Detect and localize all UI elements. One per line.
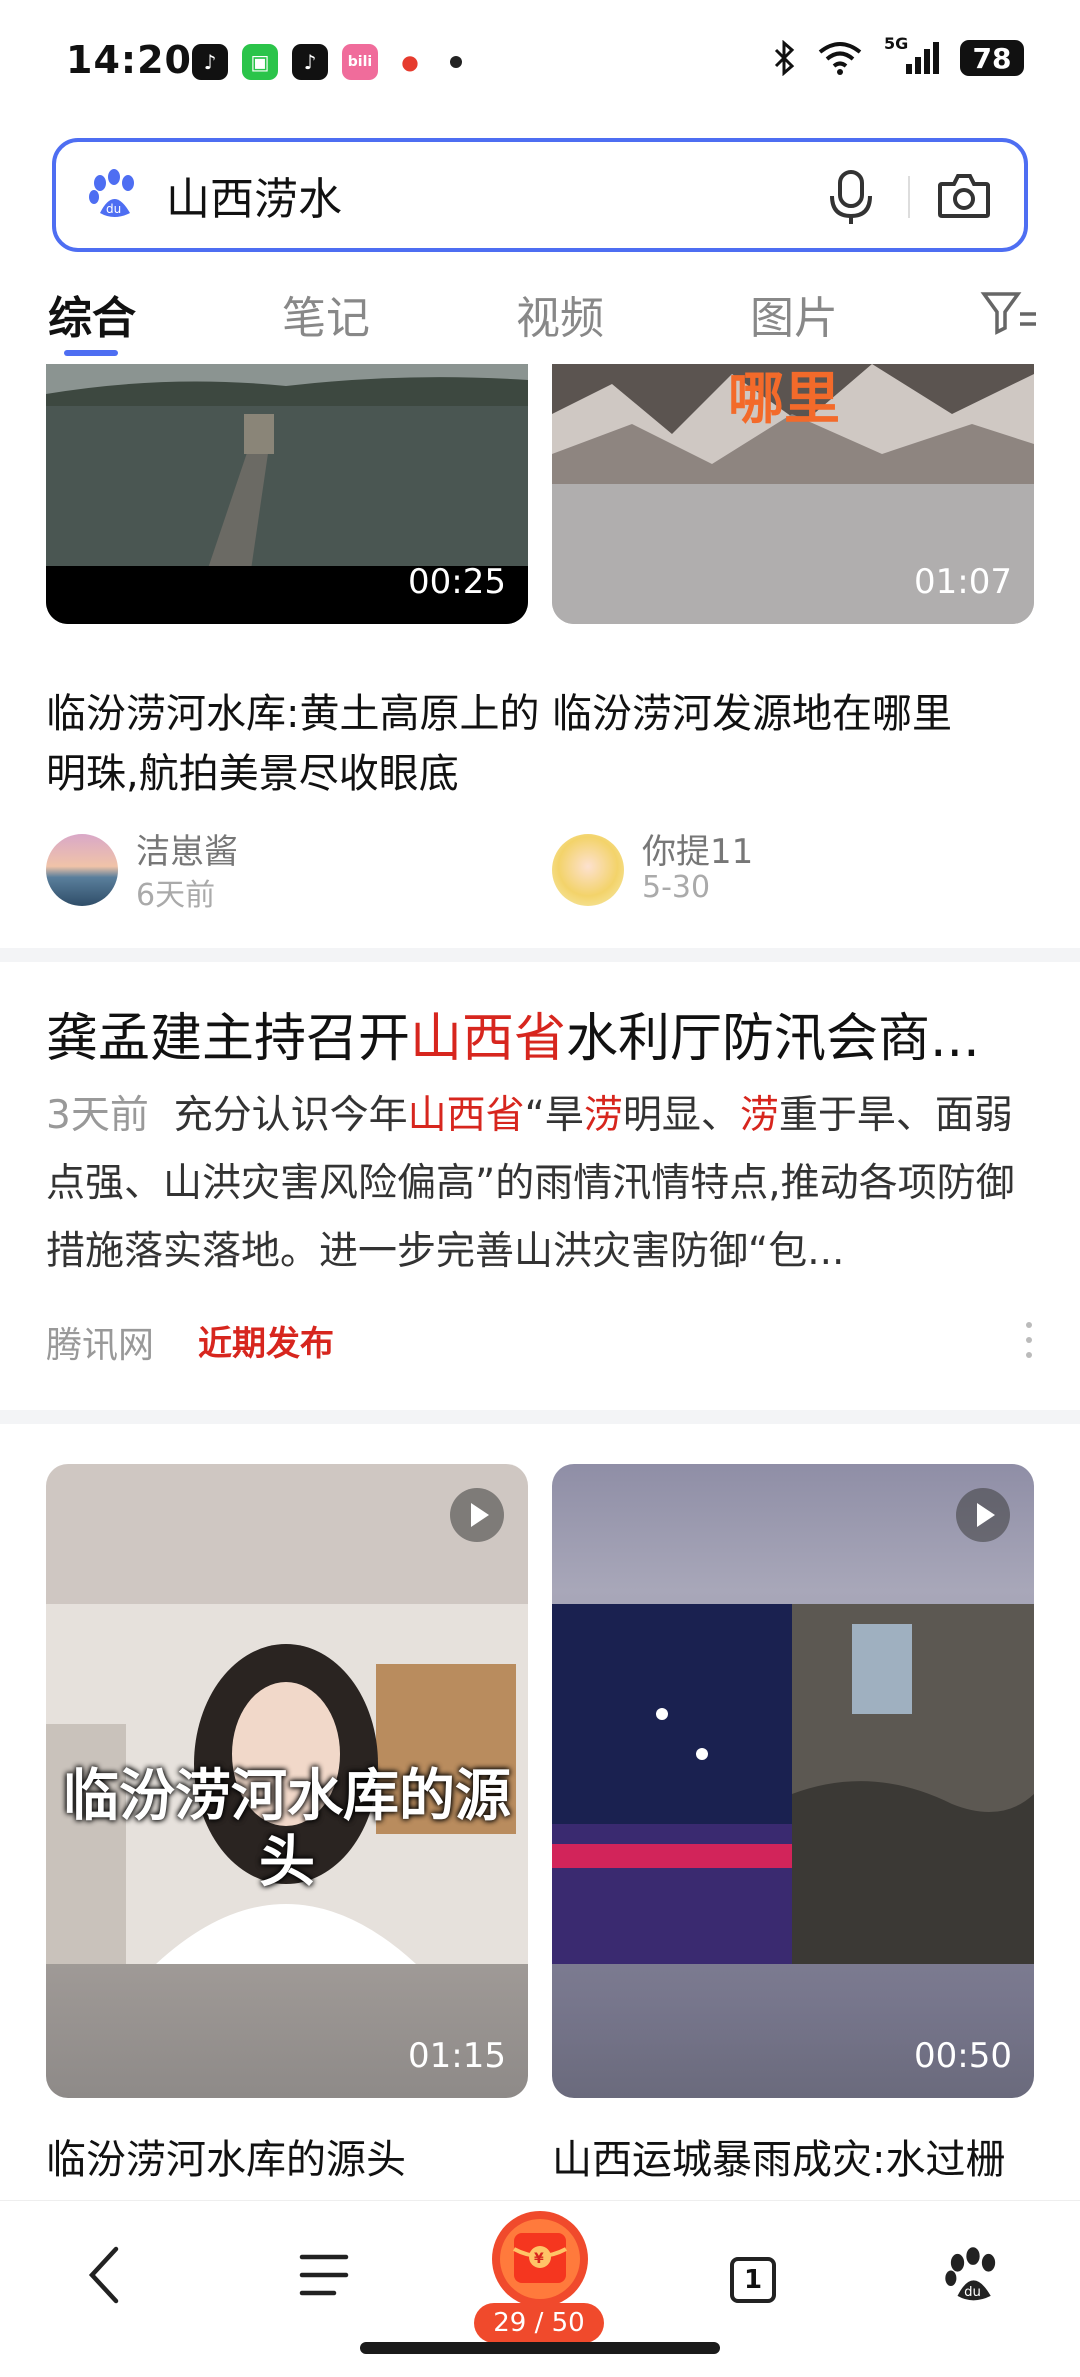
cellular-signal-icon: 5G — [884, 34, 940, 76]
avatar[interactable] — [552, 834, 624, 906]
video-duration: 00:50 — [914, 2036, 1012, 2076]
section-divider — [0, 948, 1080, 962]
play-icon — [956, 1488, 1010, 1542]
svg-text:¥: ¥ — [534, 2251, 544, 2267]
news-snippet[interactable]: 3天前 充分认识今年山西省“旱涝明显、涝重于旱、面弱点强、山洪灾害风险偏高”的雨… — [46, 1082, 1036, 1286]
video-title[interactable]: 临汾涝河发源地在哪里 — [552, 684, 1062, 744]
results-feed: 00:25 哪里 01:07 临汾涝河水库:黄土高原上的明珠,航拍美景尽收眼底 … — [0, 364, 1080, 2200]
search-box[interactable]: du — [52, 138, 1028, 252]
active-tab-indicator — [64, 350, 118, 356]
search-input[interactable] — [164, 168, 808, 222]
tabs-count-button[interactable]: 1 — [730, 2257, 776, 2303]
svg-text:du: du — [106, 202, 121, 216]
bluetooth-icon — [774, 40, 795, 76]
author-name[interactable]: 你提11 — [642, 824, 753, 873]
video-duration: 00:25 — [408, 562, 506, 602]
tab-images[interactable]: 图片 — [750, 282, 838, 346]
search-tabs: 综合 笔记 视频 图片 — [0, 270, 1080, 360]
menu-icon[interactable] — [296, 2241, 352, 2311]
maps-icon: ● — [392, 44, 428, 80]
video-title[interactable]: 临汾涝河水库的源头 — [46, 2130, 556, 2190]
back-icon[interactable] — [80, 2241, 130, 2311]
more-options-icon[interactable] — [1026, 1322, 1032, 1367]
video-title[interactable]: 临汾涝河水库:黄土高原上的明珠,航拍美景尽收眼底 — [46, 684, 556, 804]
wifi-icon — [818, 42, 862, 75]
video-card-thumbnail[interactable]: 哪里 01:07 — [552, 364, 1034, 624]
post-time: 6天前 — [136, 878, 216, 913]
more-notifications-dot — [450, 56, 462, 68]
news-time: 3天前 — [46, 1093, 149, 1138]
battery-indicator: 78 — [960, 40, 1024, 76]
avatar[interactable] — [46, 834, 118, 906]
tab-all[interactable]: 综合 — [48, 282, 136, 346]
news-source[interactable]: 腾讯网 — [46, 1316, 154, 1368]
tiktok-icon: ♪ — [292, 44, 328, 80]
video-card-thumbnail[interactable]: 00:25 — [46, 364, 528, 624]
red-envelope-icon[interactable]: ¥ — [484, 2209, 596, 2309]
video-overlay-text: 临汾涝河水库的源头 — [63, 1764, 511, 1895]
svg-text:du: du — [964, 2285, 981, 2300]
reward-progress-badge[interactable]: 29 / 50 — [474, 2303, 604, 2343]
baidu-home-icon[interactable]: du — [942, 2245, 1004, 2307]
author-name[interactable]: 洁崽酱 — [136, 824, 238, 873]
video-card-thumbnail[interactable]: 00:50 — [552, 1464, 1034, 2098]
home-indicator[interactable] — [360, 2342, 720, 2354]
video-title[interactable]: 山西运城暴雨成灾:水过栅 — [552, 2130, 1062, 2190]
baidu-logo-icon: du — [89, 169, 134, 217]
search-separator — [908, 176, 910, 218]
video-duration: 01:15 — [408, 2036, 506, 2076]
bilibili-icon: bili — [342, 44, 378, 80]
notification-icons: ♪ ▣ ♪ bili ● — [192, 44, 462, 80]
video-overlay-text: 哪里 — [728, 367, 840, 432]
tab-videos[interactable]: 视频 — [516, 282, 604, 346]
microphone-icon[interactable] — [826, 168, 876, 228]
status-bar: 14:20 ♪ ▣ ♪ bili ● 5G 78 — [0, 0, 1080, 120]
news-title[interactable]: 龚孟建主持召开山西省水利厅防汛会商... — [46, 996, 980, 1071]
section-divider — [0, 1410, 1080, 1424]
filter-icon[interactable] — [980, 288, 1040, 338]
system-indicators: 5G 78 — [772, 34, 1024, 76]
messages-icon: ▣ — [242, 44, 278, 80]
post-time: 5-30 — [642, 870, 711, 905]
camera-icon[interactable] — [936, 170, 992, 222]
play-icon — [450, 1488, 504, 1542]
tab-notes[interactable]: 笔记 — [282, 282, 370, 346]
video-duration: 01:07 — [914, 562, 1012, 602]
status-time: 14:20 — [66, 38, 192, 82]
flood-image — [552, 1604, 1034, 1964]
video-card-thumbnail[interactable]: 临汾涝河水库的源头 01:15 — [46, 1464, 528, 2098]
recent-badge: 近期发布 — [198, 1324, 334, 1364]
tiktok-icon: ♪ — [192, 44, 228, 80]
